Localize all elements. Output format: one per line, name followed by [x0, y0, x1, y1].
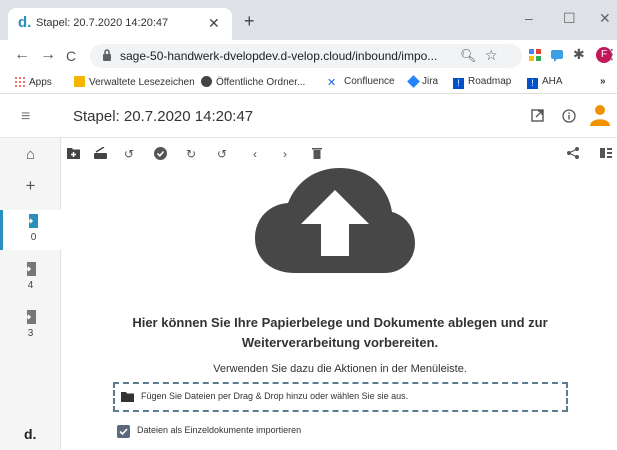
lock-icon [103, 49, 111, 61]
bookmark-apps[interactable]: Apps [14, 76, 52, 88]
extension-chat-icon[interactable] [550, 48, 564, 62]
chevron-right-icon[interactable]: › [283, 147, 287, 161]
file-drop-zone[interactable]: Fügen Sie Dateien per Drag & Drop hinzu … [113, 382, 568, 412]
sidebar-inbox-1[interactable]: 4 [0, 258, 61, 298]
tab-title: Stapel: 20.7.2020 14:20:47 [36, 17, 169, 29]
inbox-count: 3 [27, 328, 34, 339]
details-view-icon[interactable] [600, 147, 612, 159]
bookmark-jira[interactable]: Jira [407, 75, 438, 88]
dvelop-logo: d. [24, 426, 37, 442]
inbox-count: 4 [27, 280, 34, 291]
share-icon[interactable] [567, 147, 579, 159]
app-sidebar: ⌂ + 0 4 3 d. [0, 138, 61, 450]
extension-grid-icon[interactable] [528, 48, 542, 62]
dropzone-main-message: Hier können Sie Ihre Papierbelege und Do… [132, 315, 548, 350]
sidebar-inbox-2[interactable]: 3 [0, 306, 61, 346]
rotate-left-icon[interactable]: ↻ [186, 147, 196, 161]
browser-menu-icon[interactable]: ⋮ [605, 46, 617, 63]
globe-icon [201, 76, 212, 87]
managed-bookmarks-icon [74, 76, 85, 87]
aha-icon: ! [527, 78, 538, 89]
dropzone-text: Fügen Sie Dateien per Drag & Drop hinzu … [141, 391, 409, 401]
action-bar: ↺ ↻ ↺ ‹ › [61, 138, 617, 170]
chevron-left-icon[interactable]: ‹ [253, 147, 257, 161]
new-tab-button[interactable]: + [244, 12, 255, 30]
bookmark-public-folders[interactable]: Öffentliche Ordner... [201, 76, 305, 88]
back-button[interactable]: ← [14, 47, 30, 63]
bookmarks-bar: Apps Verwaltete Lesezeichen Öffentliche … [0, 72, 617, 94]
import-single-documents-label[interactable]: Dateien als Einzeldokumente importieren [137, 425, 301, 435]
confluence-icon: ✕ [327, 77, 337, 89]
roadmap-icon: ! [453, 78, 464, 89]
zoom-icon[interactable]: 🔍︎ [460, 48, 477, 64]
bookmark-managed[interactable]: Verwaltete Lesezeichen [74, 76, 195, 88]
bookmarks-more-button[interactable]: » [600, 76, 606, 87]
import-inbox-icon [24, 262, 36, 276]
trash-icon[interactable] [312, 147, 322, 159]
upload-cloud-icon [255, 168, 415, 273]
info-icon[interactable] [562, 109, 576, 123]
open-external-icon[interactable] [531, 109, 544, 122]
bookmark-confluence[interactable]: ✕ Confluence [327, 76, 395, 89]
inbox-count: 0 [30, 232, 37, 243]
add-folder-icon[interactable] [67, 147, 80, 159]
jira-icon [407, 75, 420, 88]
import-single-documents-checkbox[interactable] [117, 425, 130, 438]
dvelop-favicon-icon: d. [18, 14, 32, 31]
folder-icon [121, 392, 134, 402]
home-icon[interactable]: ⌂ [0, 146, 61, 163]
tab-close-icon[interactable]: ✕ [208, 15, 220, 32]
check-circle-icon[interactable] [154, 147, 167, 160]
page-title: Stapel: 20.7.2020 14:20:47 [73, 108, 254, 125]
minimize-button[interactable]: – [525, 10, 533, 26]
apps-grid-icon [14, 76, 25, 87]
close-window-button[interactable]: ✕ [599, 10, 611, 27]
browser-tab-strip: d. Stapel: 20.7.2020 14:20:47 ✕ + – ☐ ✕ [0, 0, 617, 40]
user-avatar-icon[interactable] [590, 104, 610, 126]
scanner-icon[interactable] [94, 147, 107, 159]
reload-button[interactable]: C [66, 48, 76, 64]
extensions-puzzle-icon[interactable]: ✱ [573, 46, 585, 63]
import-inbox-icon [26, 214, 38, 228]
forward-button[interactable]: → [40, 47, 56, 63]
browser-toolbar: ← → C sage-50-handwerk-dvelopdev.d-velop… [0, 40, 617, 72]
url-text: sage-50-handwerk-dvelopdev.d-velop.cloud… [120, 49, 438, 63]
rotate-right-icon[interactable]: ↺ [217, 147, 227, 161]
dropzone-hint: Verwenden Sie dazu die Aktionen in der M… [213, 363, 467, 375]
bookmark-aha[interactable]: ! AHA [527, 76, 563, 89]
sidebar-inbox-0[interactable]: 0 [0, 210, 61, 250]
add-icon[interactable]: + [0, 176, 61, 196]
address-bar[interactable]: sage-50-handwerk-dvelopdev.d-velop.cloud… [90, 44, 522, 68]
import-inbox-icon [24, 310, 36, 324]
maximize-button[interactable]: ☐ [563, 10, 576, 27]
bookmark-roadmap[interactable]: ! Roadmap [453, 76, 511, 89]
history-icon[interactable]: ↺ [124, 147, 134, 161]
checkmark-icon [119, 428, 128, 436]
bookmark-star-icon[interactable]: ☆ [485, 47, 498, 64]
app-header: ≡ Stapel: 20.7.2020 14:20:47 [0, 94, 617, 138]
hamburger-menu-icon[interactable]: ≡ [21, 108, 30, 126]
browser-tab[interactable]: d. Stapel: 20.7.2020 14:20:47 ✕ [8, 8, 232, 40]
